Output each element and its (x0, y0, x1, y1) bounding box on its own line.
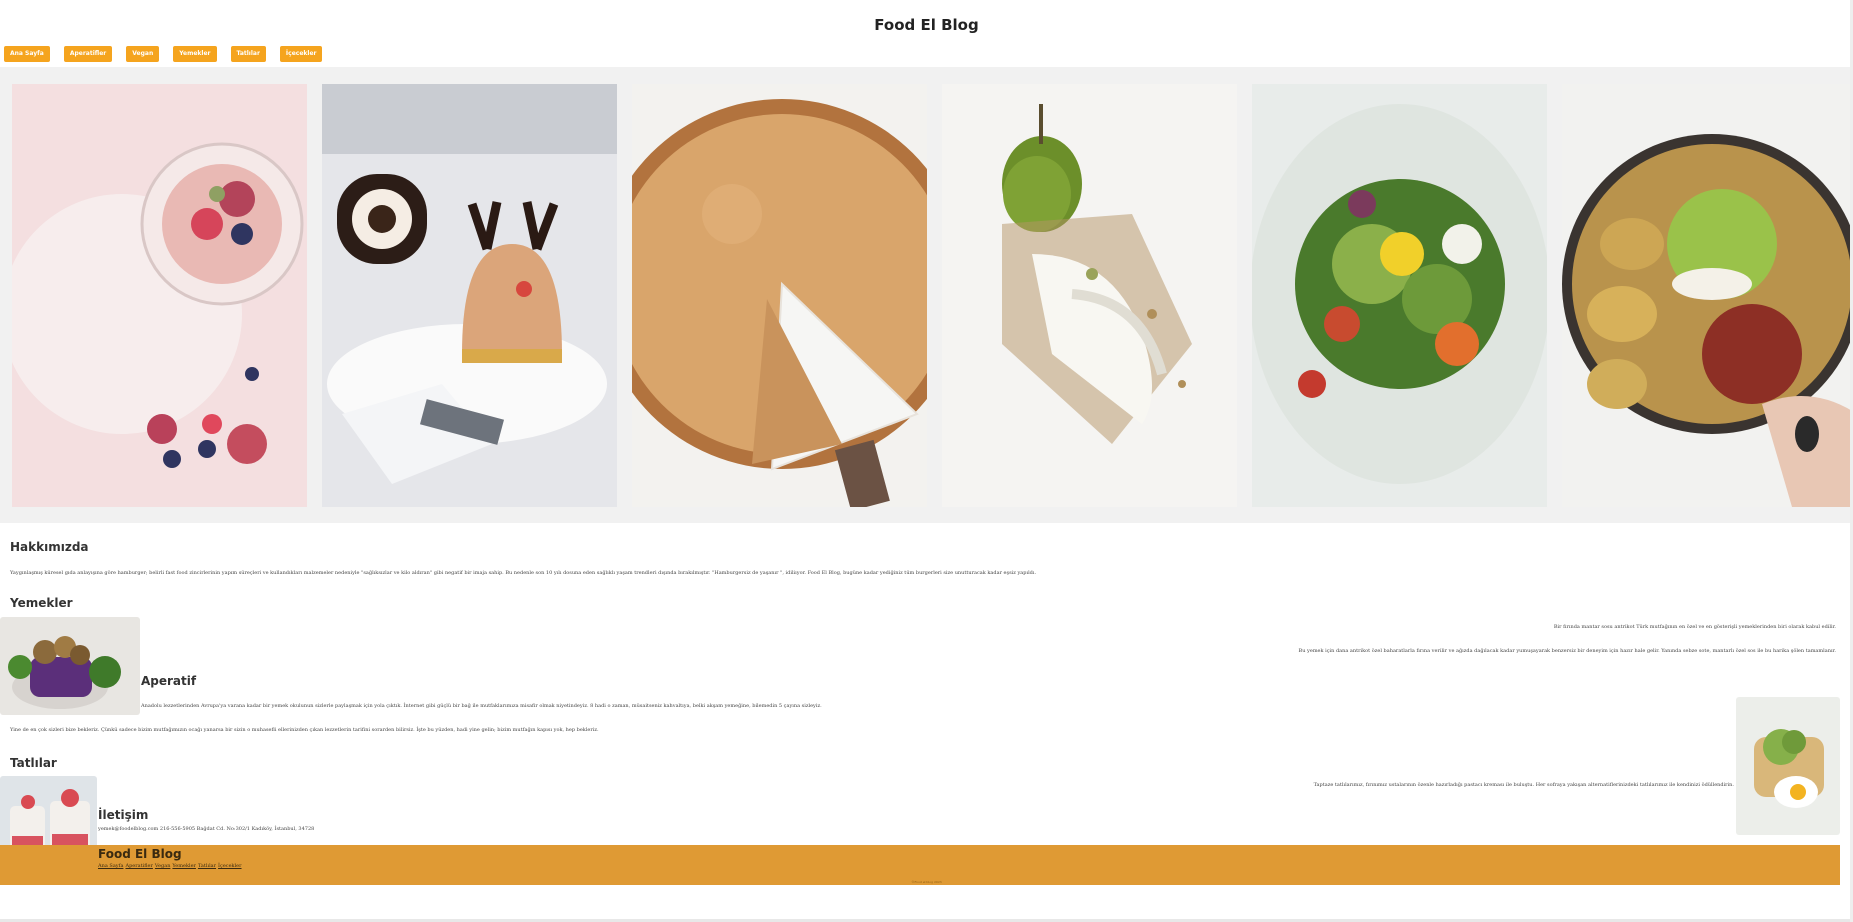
appetizer-text-1: Anadolu lezzetlerinden Avrupa'ya varana … (141, 703, 822, 709)
footer-link-desserts[interactable]: Tatlılar (198, 863, 216, 869)
footer-link-appetizers[interactable]: Aperatifler (125, 863, 152, 869)
contact-heading: İletişim (98, 808, 149, 822)
nav-home-button[interactable]: Ana Sayfa (4, 46, 50, 62)
footer-link-vegan[interactable]: Vegan (155, 863, 171, 869)
nav-desserts-button[interactable]: Tatlılar (230, 46, 266, 62)
nav-meals-button[interactable]: Yemekler (173, 46, 217, 62)
meals-text-2: Bu yemek için dana antrikot özel baharat… (1298, 648, 1836, 654)
salad-bowl-photo (1252, 84, 1547, 507)
pie-slice-photo (632, 84, 927, 507)
photo-gallery (0, 67, 1853, 523)
nav-vegan-button[interactable]: Vegan (126, 46, 160, 62)
footer: Food El Blog Ana Sayfa Aperatifler Vegan… (0, 845, 1840, 885)
meals-text-1: Bir fırında mantar sosu antrikot Türk mu… (1553, 624, 1836, 630)
footer-link-meals[interactable]: Yemekler (172, 863, 196, 869)
chia-pudding-jar-photo (12, 84, 307, 507)
meals-heading: Yemekler (10, 596, 73, 610)
meal-thumbnail (0, 617, 140, 715)
contact-text: yemek@foodelblog.com 216-556-5905 Bağdat… (98, 826, 315, 832)
about-text: Yaygınlaşmış küresel gıda anlayışına gör… (10, 570, 1037, 576)
footer-link-drinks[interactable]: İçecekler (218, 863, 241, 869)
copyright: ©Food el blog 2023 (911, 880, 942, 884)
desserts-text: Taptaze tatlılarımız, fırınımız ustaları… (1313, 782, 1734, 788)
footer-links: Ana Sayfa Aperatifler Vegan Yemekler Tat… (98, 863, 242, 869)
potato-bowl-photo (1562, 84, 1853, 507)
appetizer-thumbnail (1736, 697, 1840, 835)
site-title: Food El Blog (874, 16, 979, 34)
nav-drinks-button[interactable]: İçecekler (279, 46, 323, 62)
pear-dish-photo (942, 84, 1237, 507)
about-heading: Hakkımızda (10, 540, 89, 554)
nav-bar: Ana Sayfa Aperatifler Vegan Yemekler Tat… (4, 46, 323, 62)
appetizer-heading: Aperatif (141, 674, 197, 688)
footer-link-home[interactable]: Ana Sayfa (98, 863, 123, 869)
nav-appetizers-button[interactable]: Aperatifler (63, 46, 113, 62)
reindeer-dessert-photo (322, 84, 617, 507)
appetizer-text-2: Yine de en çok sizleri bize bekleriz. Çü… (10, 727, 599, 733)
desserts-heading: Tatlılar (10, 756, 57, 770)
footer-title: Food El Blog (98, 847, 182, 861)
